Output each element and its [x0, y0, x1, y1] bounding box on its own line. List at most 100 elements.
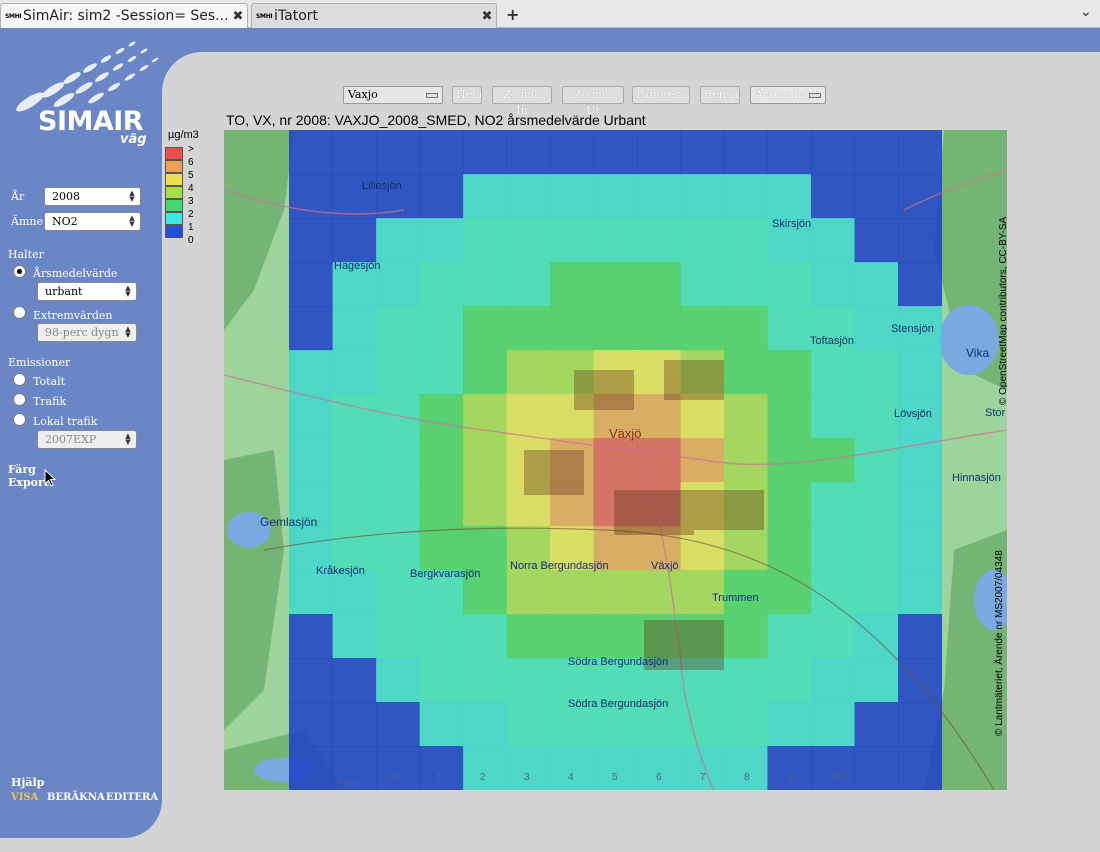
local-traffic-select[interactable]: 2007EXP ▲ ▼ [37, 430, 137, 449]
grid-cell [593, 262, 638, 307]
smhi-favicon-icon: SMHI [5, 12, 22, 20]
grid-cell [811, 130, 855, 175]
new-tab-icon[interactable]: + [506, 5, 519, 24]
grid-cell [463, 174, 507, 219]
grid-cell [376, 262, 420, 307]
grid-cell [506, 702, 551, 747]
grid-cell [550, 746, 594, 790]
year-select[interactable]: 2008 ▲ ▼ [44, 187, 141, 206]
legend-swatch [165, 147, 183, 160]
grid-cell [637, 262, 681, 307]
nav-berakna[interactable]: BERÄKNA [47, 792, 105, 803]
grid-cell [289, 614, 333, 659]
grid-cell [376, 746, 420, 790]
grid-cell [724, 394, 768, 439]
grid-cell [550, 262, 594, 307]
grid-cell [767, 702, 812, 747]
close-tab-icon[interactable]: ✖ [229, 9, 247, 24]
grid-cell [463, 130, 507, 175]
extreme-select[interactable]: 98-perc dygn ▲ ▼ [37, 323, 137, 342]
grid-cell [289, 350, 333, 395]
grid-cell [419, 174, 464, 219]
annual-select[interactable]: urbant ▲ ▼ [37, 282, 137, 301]
nav-visa[interactable]: VISA [11, 792, 38, 803]
grid-cell [506, 262, 551, 307]
map-view[interactable]: Lillesjön Hagesjön Skirsjön Stensjön Tof… [224, 130, 1007, 790]
legend-label: 4 [188, 183, 194, 194]
grid-cell [593, 218, 638, 263]
grid-cell [854, 482, 899, 527]
tab-simair[interactable]: SMHI SimAir: sim2 -Session= Ses... ✖ [0, 3, 248, 28]
grid-cell [854, 614, 899, 659]
grid-cell [767, 526, 812, 571]
grid-cell [289, 526, 333, 571]
total-radio[interactable] [13, 373, 26, 386]
grid-cell [854, 218, 899, 263]
grid-cell [332, 658, 377, 703]
local-traffic-radio[interactable] [13, 413, 26, 426]
grid-cell [680, 702, 725, 747]
grid-cell [550, 130, 594, 175]
place-label: Norra Bergundasjön [510, 560, 609, 572]
traffic-radio[interactable] [13, 393, 26, 406]
export-link[interactable]: Export [8, 476, 49, 489]
scale-tick-label: 6 [656, 772, 662, 783]
tab-itatort[interactable]: SMHI iTatort ✖ [251, 3, 497, 28]
subject-select[interactable]: NO2 ▲ ▼ [44, 212, 141, 231]
clear-button[interactable]: Rensa [700, 86, 740, 104]
grid-cell [550, 174, 594, 219]
grid-cell [811, 350, 855, 395]
grid-cell [332, 306, 377, 351]
color-link[interactable]: Färg [8, 463, 36, 476]
hela-button[interactable]: Hela [452, 86, 482, 104]
grid-cell [463, 614, 507, 659]
area-select[interactable]: Vaxjo [343, 86, 443, 104]
place-label: Hagesjön [334, 260, 381, 272]
scale-tick-label: 5 [612, 772, 618, 783]
zoom-out-button[interactable]: Zooma Ut [562, 86, 624, 117]
grid-cell [506, 174, 551, 219]
grid-cell [332, 702, 377, 747]
scale-tick-label: 10 [832, 772, 844, 783]
place-label: Växjö [651, 560, 679, 572]
grid-cell [854, 702, 899, 747]
grid-cell [332, 482, 377, 527]
help-link[interactable]: Hjälp [11, 776, 44, 789]
grid-cell [637, 130, 681, 175]
zoom-in-button[interactable]: Zooma In [492, 86, 552, 117]
nav-editera[interactable]: EDITERA [106, 792, 158, 803]
grid-cell [506, 218, 551, 263]
smhi-favicon-icon: SMHI [256, 12, 273, 20]
scale-tick-label: 8 [744, 772, 750, 783]
annual-radio[interactable] [13, 265, 26, 278]
close-tab-icon[interactable]: ✖ [478, 9, 496, 24]
grid-cell [854, 174, 899, 219]
grid-cell [550, 306, 594, 351]
grid-cell [593, 174, 638, 219]
place-label: Trummen [712, 592, 759, 604]
logo-subtext: väg [120, 132, 147, 147]
grid-cell [854, 570, 899, 615]
place-label: Lillesjön [362, 180, 402, 192]
grid-cell [593, 438, 638, 483]
place-label: Toftasjön [810, 335, 855, 347]
place-label: Växjö [609, 426, 642, 441]
grid-cell [724, 614, 768, 659]
period-select[interactable]: Årsmedel [750, 86, 826, 104]
grid-cell [767, 306, 812, 351]
grid-cell [463, 438, 507, 483]
grid-cell [376, 438, 420, 483]
extreme-radio[interactable] [13, 306, 26, 319]
tab-list-chevron-icon[interactable]: ⌄ [1080, 4, 1092, 20]
grid-cell [376, 702, 420, 747]
dropdown-icon [426, 93, 438, 98]
grid-cell [332, 218, 377, 263]
pan-button[interactable]: Panorera [632, 86, 690, 104]
grid-cell [332, 526, 377, 571]
grid-cell [419, 350, 464, 395]
grid-cell [419, 394, 464, 439]
traffic-label: Trafik [33, 395, 67, 408]
scale-label: 1 km [336, 779, 358, 790]
place-label: Gemlasjön [260, 515, 318, 529]
place-label: Södra Bergundasjön [568, 656, 669, 668]
